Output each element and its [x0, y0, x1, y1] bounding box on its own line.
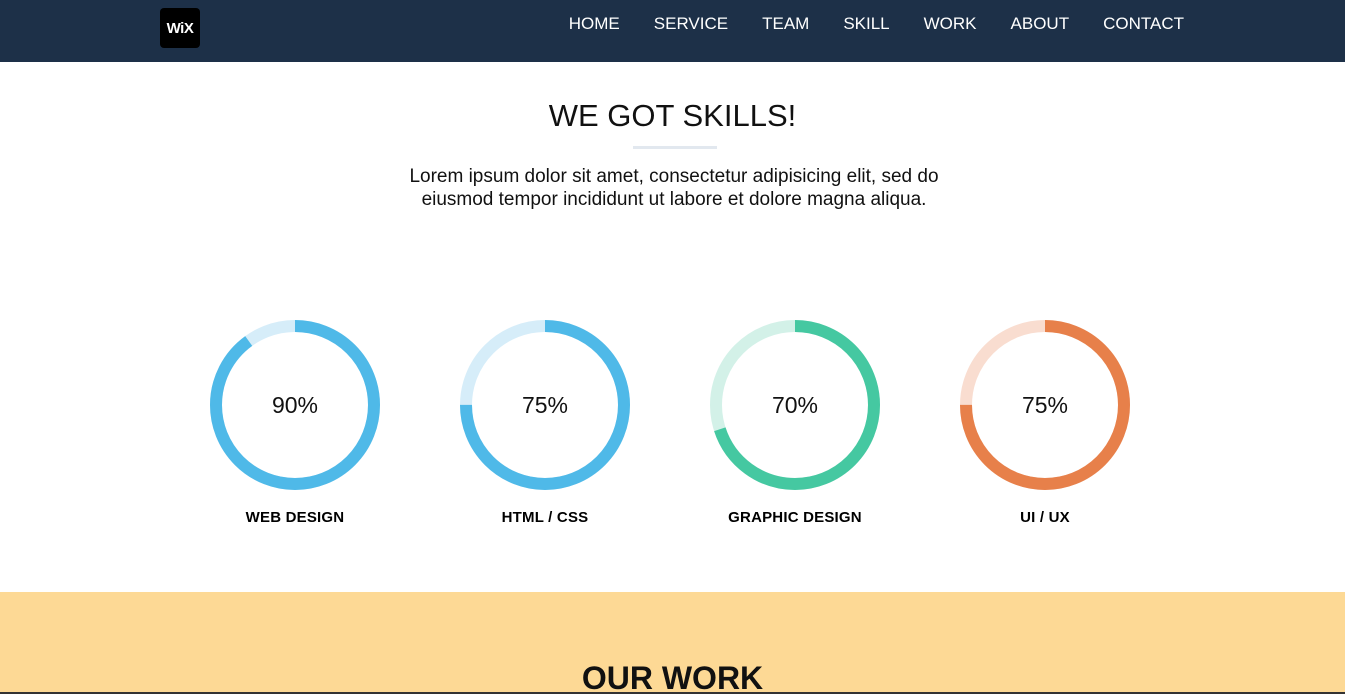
nav-contact[interactable]: CONTACT [1103, 14, 1184, 34]
nav-team[interactable]: TEAM [762, 14, 809, 34]
skill-web-design: 90% WEB DESIGN [200, 320, 390, 526]
progress-ring: 70% [710, 320, 880, 490]
nav-service[interactable]: SERVICE [654, 14, 728, 34]
skill-percent: 90% [271, 391, 319, 418]
skill-ui-ux: 75% UI / UX [950, 320, 1140, 526]
skill-label: WEB DESIGN [245, 509, 345, 526]
nav-about[interactable]: ABOUT [1011, 14, 1070, 34]
skill-percent: 70% [771, 391, 819, 418]
wix-logo[interactable]: WiX [160, 8, 200, 48]
skill-graphic-design: 70% GRAPHIC DESIGN [700, 320, 890, 526]
intro-line-2: eiusmod tempor incididunt ut labore et d… [421, 189, 927, 210]
navbar: WiX HOME SERVICE TEAM SKILL WORK ABOUT C… [0, 0, 1345, 62]
nav-work[interactable]: WORK [924, 14, 977, 34]
skill-label: UI / UX [1020, 509, 1070, 526]
nav-skill[interactable]: SKILL [843, 14, 889, 34]
skills-intro: Lorem ipsum dolor sit amet, consectetur … [372, 165, 976, 211]
skill-html-css: 75% HTML / CSS [450, 320, 640, 526]
nav-home[interactable]: HOME [569, 14, 620, 34]
skills-title: WE GOT SKILLS! [548, 98, 797, 133]
progress-ring: 90% [210, 320, 380, 490]
skill-percent: 75% [521, 391, 569, 418]
title-underline [633, 146, 717, 149]
main-nav: HOME SERVICE TEAM SKILL WORK ABOUT CONTA… [569, 0, 1184, 48]
skill-label: HTML / CSS [501, 509, 589, 526]
skill-label: GRAPHIC DESIGN [728, 509, 862, 526]
progress-ring: 75% [960, 320, 1130, 490]
progress-ring: 75% [460, 320, 630, 490]
skill-percent: 75% [1021, 391, 1069, 418]
work-title: OUR WORK [581, 660, 764, 694]
intro-line-1: Lorem ipsum dolor sit amet, consectetur … [409, 166, 939, 187]
